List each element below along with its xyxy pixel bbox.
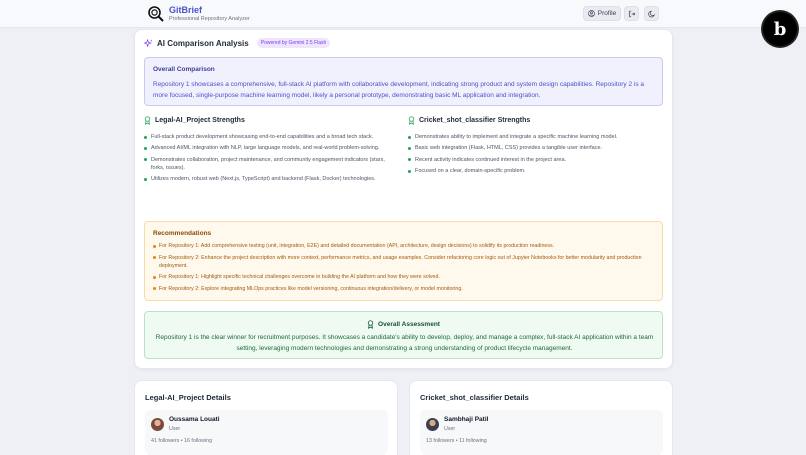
repo1-strengths-title: Legal-AI_Project Strengths [155,117,245,124]
bolt-badge-icon[interactable]: b [763,12,797,46]
repo2-strengths-list: Demonstrates ability to implement and in… [408,133,663,179]
user-icon [587,10,595,17]
award-icon [144,116,151,125]
list-item: Recent activity indicates continued inte… [408,156,663,164]
list-item: Demonstrates ability to implement and in… [408,133,663,141]
list-item: For Repository 2: Enhance the project de… [153,254,653,270]
overall-comparison-box: Overall Comparison Repository 1 showcase… [144,57,663,106]
owner-role: User [444,426,456,432]
sparkles-icon [144,38,153,47]
list-item: Basic web integration (Flask, HTML, CSS)… [408,144,663,152]
overall-assessment-text: Repository 1 is the clear winner for rec… [155,334,654,352]
repo2-details-title: Cricket_shot_classifier Details [420,393,529,402]
overall-comparison-text: Repository 1 showcases a comprehensive, … [153,81,644,99]
app-title[interactable]: GitBrief [169,5,202,15]
profile-button[interactable]: Profile [583,6,621,21]
app-header: GitBrief Professional Repository Analyze… [0,0,806,28]
list-item: Full-stack product development showcasin… [144,133,394,141]
recommendations-box: Recommendations For Repository 1: Add co… [144,221,663,301]
list-item: Utilizes modern, robust web (Next.js, Ty… [144,175,394,183]
repo2-strengths-title: Cricket_shot_classifier Strengths [419,117,531,124]
repo1-details-card: Legal-AI_Project Details Oussama Louati … [134,380,398,455]
profile-button-label: Profile [597,10,617,17]
owner-follow-stats: 13 followers • 11 following [426,438,487,444]
repo2-strengths-heading: Cricket_shot_classifier Strengths [408,116,530,125]
recommendations-list: For Repository 1: Add comprehensive test… [153,242,653,296]
magnifier-logo-icon[interactable] [147,5,165,23]
overall-assessment-box: Overall Assessment Repository 1 is the c… [144,311,663,359]
app-subtitle: Professional Repository Analyzer [169,16,250,22]
repo2-details-card: Cricket_shot_classifier Details Sambhaji… [409,380,673,455]
owner-follow-stats: 41 followers • 16 following [151,438,213,444]
list-item: For Repository 1: Add comprehensive test… [153,242,653,250]
repo2-owner-card[interactable]: Sambhaji Patil User 13 followers • 11 fo… [420,410,663,455]
overall-comparison-title: Overall Comparison [153,66,215,73]
section-title: AI Comparison Analysis [157,38,249,48]
repo1-strengths-heading: Legal-AI_Project Strengths [144,116,245,125]
owner-name[interactable]: Oussama Louati [169,416,220,423]
logout-icon [628,10,635,17]
theme-toggle-button[interactable] [644,6,659,21]
repo1-owner-card[interactable]: Oussama Louati User 41 followers • 16 fo… [145,410,388,455]
logout-button[interactable] [624,6,639,21]
list-item: Advanced AI/ML integration with NLP, lar… [144,144,394,152]
recommendations-title: Recommendations [153,230,212,237]
avatar [151,418,164,431]
owner-name[interactable]: Sambhaji Patil [444,416,488,423]
list-item: Demonstrates collaboration, project main… [144,156,394,172]
overall-assessment-heading: Overall Assessment [145,320,662,329]
avatar [426,418,439,431]
repo1-details-title: Legal-AI_Project Details [145,393,231,402]
ai-comparison-header: AI Comparison Analysis Powered by Gemini… [144,38,331,48]
list-item: For Repository 2: Explore integrating ML… [153,285,653,293]
list-item: For Repository 1: Highlight specific tec… [153,273,653,281]
owner-role: User [169,426,181,432]
list-item: Focused on a clear, domain-specific prob… [408,167,663,175]
repo1-strengths-list: Full-stack product development showcasin… [144,133,394,187]
model-badge: Powered by Gemini 2.5 Flash [256,38,331,48]
award-icon [408,116,415,125]
moon-icon [647,10,655,17]
overall-assessment-title: Overall Assessment [378,321,440,328]
award-icon [367,320,374,329]
